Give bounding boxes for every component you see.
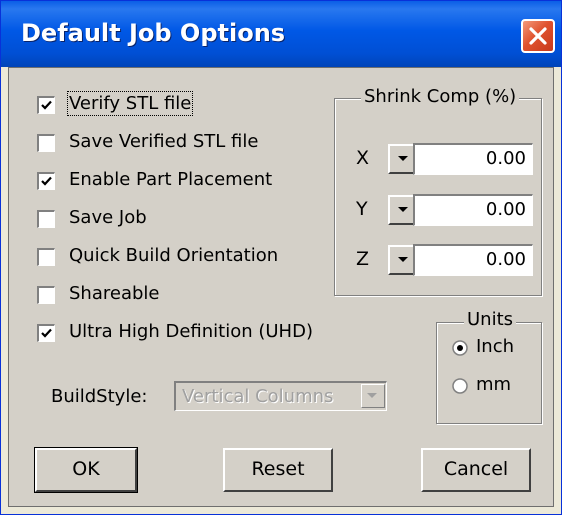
- shrink-z-label: Z: [356, 248, 370, 270]
- checkmark-icon: [41, 100, 52, 110]
- buildstyle-value: Vertical Columns: [182, 386, 334, 407]
- title-bar[interactable]: Default Job Options: [1, 1, 561, 67]
- verify-stl-label[interactable]: Verify STL file: [66, 91, 194, 116]
- units-inch-label[interactable]: Inch: [476, 336, 514, 357]
- shrink-comp-title: Shrink Comp (%): [361, 86, 520, 107]
- window-title: Default Job Options: [21, 19, 286, 47]
- dropdown-arrow-icon: [367, 393, 377, 398]
- shrink-z-input[interactable]: 0.00: [413, 244, 533, 276]
- enable-part-placement-label[interactable]: Enable Part Placement: [69, 169, 272, 190]
- dropdown-arrow-icon: [398, 207, 408, 212]
- reset-button-label: Reset: [251, 458, 305, 480]
- save-job-checkbox[interactable]: [37, 210, 55, 228]
- shrink-x-label: X: [356, 147, 370, 169]
- dialog-body: Verify STL file Save Verified STL file E…: [8, 67, 554, 507]
- shareable-checkbox[interactable]: [37, 286, 55, 304]
- shrink-y-label: Y: [356, 198, 368, 220]
- buildstyle-dropdown-button[interactable]: [361, 384, 385, 408]
- units-inch-radio[interactable]: [452, 340, 468, 356]
- quick-build-orientation-checkbox[interactable]: [37, 248, 55, 266]
- dropdown-arrow-icon: [398, 156, 408, 161]
- dialog-window: Default Job Options Verify STL file Save…: [0, 0, 562, 515]
- enable-part-placement-checkbox[interactable]: [37, 172, 55, 190]
- close-button[interactable]: [521, 19, 555, 53]
- shrink-x-input[interactable]: 0.00: [413, 143, 533, 175]
- save-job-label[interactable]: Save Job: [69, 207, 147, 228]
- ok-button[interactable]: OK: [34, 447, 138, 493]
- reset-button[interactable]: Reset: [223, 448, 333, 492]
- checkmark-icon: [41, 176, 52, 186]
- dropdown-arrow-icon: [398, 257, 408, 262]
- ok-button-label: OK: [72, 458, 100, 480]
- uhd-checkbox[interactable]: [37, 324, 55, 342]
- units-mm-radio[interactable]: [452, 378, 468, 394]
- quick-build-orientation-label[interactable]: Quick Build Orientation: [69, 245, 278, 266]
- buildstyle-select[interactable]: Vertical Columns: [174, 381, 387, 411]
- verify-stl-checkbox[interactable]: [37, 96, 55, 114]
- close-icon: [529, 27, 547, 45]
- shareable-label[interactable]: Shareable: [69, 283, 159, 304]
- shrink-y-input[interactable]: 0.00: [413, 194, 533, 226]
- uhd-label[interactable]: Ultra High Definition (UHD): [69, 321, 313, 342]
- save-verified-stl-label[interactable]: Save Verified STL file: [69, 131, 258, 152]
- checkmark-icon: [41, 328, 52, 338]
- buildstyle-label: BuildStyle:: [51, 386, 148, 407]
- units-mm-label[interactable]: mm: [476, 374, 511, 395]
- save-verified-stl-checkbox[interactable]: [37, 134, 55, 152]
- units-title: Units: [464, 309, 517, 330]
- cancel-button-label: Cancel: [443, 458, 509, 480]
- cancel-button[interactable]: Cancel: [421, 448, 531, 492]
